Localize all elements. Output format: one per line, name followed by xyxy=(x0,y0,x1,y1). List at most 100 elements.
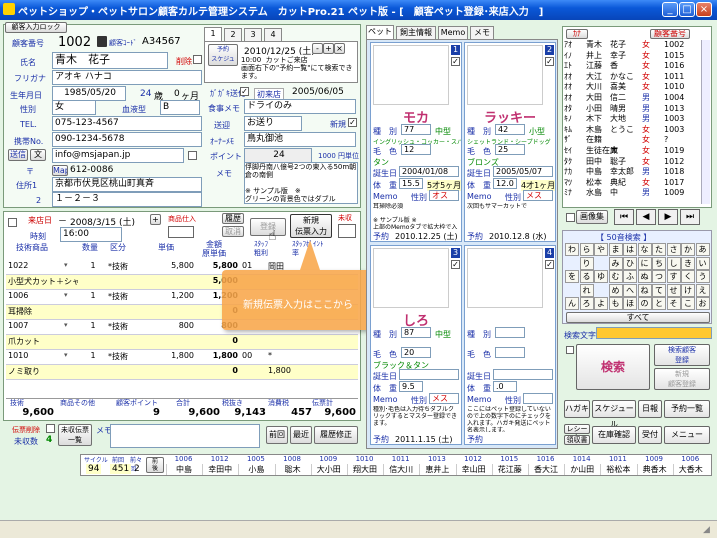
dropdown-arrow-icon[interactable]: ▾ xyxy=(64,321,68,329)
menu-button[interactable]: メニュー xyxy=(664,426,710,444)
slip-delete-checkbox[interactable] xyxy=(46,424,55,433)
image-checkbox[interactable] xyxy=(566,213,575,222)
kana-key[interactable]: お xyxy=(695,297,710,310)
history-name[interactable]: 恵井上 xyxy=(419,464,454,475)
pet-enable-checkbox[interactable]: ✓ xyxy=(545,57,554,66)
history-name[interactable]: 大香木 xyxy=(672,464,708,475)
kana-key[interactable]: り xyxy=(579,256,594,270)
table-row[interactable]: 1010 1 *技術 1,800 1,800 00 * ▾ xyxy=(6,350,358,365)
kana-key[interactable]: れ xyxy=(579,283,594,297)
kana-key[interactable]: の xyxy=(637,297,652,310)
history-no[interactable]: 1011 xyxy=(600,455,635,463)
table-row[interactable]: ノミ取り 0 1,800 xyxy=(6,365,358,380)
list-item[interactable]: ｵｵ 大江 かなこ女 1011 xyxy=(564,72,700,83)
schedule-plus-button[interactable]: + xyxy=(323,43,334,54)
list-item[interactable]: ｵﾀ 小田 晴男 男 1013 xyxy=(564,104,700,115)
stock-button[interactable]: 在庫確認 xyxy=(592,426,636,444)
kana-key[interactable]: さ xyxy=(666,243,681,256)
tel-field[interactable]: 075-123-4567 xyxy=(52,116,202,131)
cancel-button[interactable]: 取消 xyxy=(222,226,244,237)
pickup-select[interactable]: お送り xyxy=(244,116,302,131)
cell-price[interactable]: 5,800 xyxy=(148,261,194,270)
birth-field[interactable]: 1985/05/20 xyxy=(52,86,126,101)
pet-name[interactable]: しろ xyxy=(373,310,459,329)
cell-item[interactable]: 爪カット xyxy=(8,336,78,347)
kana-key[interactable]: も xyxy=(608,297,623,310)
pet-coat-field[interactable]: 12 xyxy=(401,144,431,155)
first-record-button[interactable]: ⏮ xyxy=(614,209,634,225)
pet-weight-field[interactable]: .0 xyxy=(493,381,517,392)
mobile-field[interactable]: 090-1234-5678 xyxy=(52,132,202,147)
list-item[interactable]: ｾｲ 生徒在庫大女 1019 xyxy=(564,146,700,157)
pet-memo[interactable]: 次回もサマーカットで xyxy=(467,203,553,229)
email-checkbox[interactable] xyxy=(188,151,197,160)
new-slip-button[interactable]: 新規 伝票入力 xyxy=(290,214,332,238)
schedule-close-button[interactable]: × xyxy=(334,43,345,54)
cell-amount[interactable]: 0 xyxy=(198,366,238,375)
new-checkbox[interactable]: ✓ xyxy=(348,118,357,127)
kana-key[interactable]: ひ xyxy=(623,256,637,270)
list-item[interactable]: ｱｵ 青木 花子 女 1002 xyxy=(564,40,700,51)
pet-card[interactable]: 4 ✓ 種 別毛 色誕生日体 重 .0 Memo 性別 ここにはペット登録していないので上の… xyxy=(464,245,556,445)
sex-select[interactable]: 女 xyxy=(52,100,96,115)
visit-prev-button[interactable]: － xyxy=(58,214,67,227)
list-item[interactable]: ｲﾉ 井上 幸子 女 1015 xyxy=(564,51,700,62)
pet-birth-field[interactable] xyxy=(493,369,553,380)
image-gallery-button[interactable]: 画像集 xyxy=(576,210,608,224)
email-field[interactable]: info@msjapan.jp xyxy=(52,148,184,163)
owner-memo-field[interactable]: 鳥丸御池 xyxy=(244,132,356,147)
kana-key[interactable]: つ xyxy=(652,270,666,283)
history-no[interactable]: 1006 xyxy=(673,455,708,463)
list-item[interactable]: ｵｵ 大田 信二 男 1004 xyxy=(564,93,700,104)
cell-qty[interactable]: 1 xyxy=(80,291,106,300)
kana-key[interactable]: ふ xyxy=(623,270,637,283)
pet-memo[interactable]: 耳掃除必須 ※ サンプル版 ※ 上部のMemoタブで拡大枠で入力できます。 xyxy=(373,203,459,229)
addr2-field[interactable]: １－２－３ xyxy=(52,192,202,207)
history-fix-button[interactable]: 履歴修正 xyxy=(314,426,358,444)
search-button[interactable]: 検索 xyxy=(576,344,650,390)
send-button[interactable]: 送信 xyxy=(8,149,28,161)
kana-key[interactable]: く xyxy=(681,270,695,283)
kana-key[interactable]: む xyxy=(608,270,623,283)
kana-key[interactable]: え xyxy=(695,283,710,297)
cell-amount[interactable]: 0 xyxy=(198,336,238,345)
pet-photo[interactable] xyxy=(373,248,449,308)
kana-key[interactable]: は xyxy=(623,243,637,256)
dropdown-arrow-icon[interactable]: ▾ xyxy=(64,351,68,359)
history-name[interactable]: 幸山田 xyxy=(455,464,491,475)
history-name[interactable]: 幸田中 xyxy=(202,464,237,475)
cell-amount[interactable]: 1,800 xyxy=(198,351,238,360)
pet-birth-field[interactable]: 2004/01/08 xyxy=(399,166,459,177)
receipt-button[interactable]: レシート xyxy=(564,424,590,441)
cell-qty[interactable]: 1 xyxy=(80,261,106,270)
history-name[interactable]: か山田 xyxy=(564,464,599,475)
history-name[interactable]: 花江藤 xyxy=(491,464,527,475)
kana-key[interactable] xyxy=(594,283,608,297)
kana-key[interactable]: せ xyxy=(666,283,681,297)
history-name[interactable]: 小島 xyxy=(238,464,273,475)
schedule-tab-1[interactable]: 1 xyxy=(204,27,222,41)
kana-key[interactable]: ら xyxy=(579,243,594,256)
schedule-tab-2[interactable]: 2 xyxy=(224,28,242,41)
minimize-icon[interactable]: _ xyxy=(662,2,678,17)
schedule-list-button[interactable]: スケジュール xyxy=(592,400,636,429)
addr1-field[interactable]: 京都市伏見区桃山町真斉 xyxy=(52,177,202,192)
cell-price[interactable]: 1,800 xyxy=(148,351,194,360)
list-item[interactable]: ｵｵ 大川 喜美 女 1010 xyxy=(564,82,700,93)
pet-coat-field[interactable] xyxy=(495,347,525,358)
kana-key[interactable]: ゆ xyxy=(594,270,608,283)
kana-key[interactable] xyxy=(565,256,579,270)
kana-field[interactable]: アオキ ハナコ xyxy=(52,70,202,85)
history-no[interactable]: 1006 xyxy=(166,455,201,463)
pet-sex-field[interactable]: オス xyxy=(429,190,459,201)
kana-key[interactable] xyxy=(594,256,608,270)
slip-list-button[interactable]: 未収伝票 一覧 xyxy=(58,424,92,446)
pet-sex-field[interactable]: メス xyxy=(523,190,553,201)
visit-checkbox[interactable] xyxy=(8,218,17,227)
tab-memo-jp[interactable]: メモ xyxy=(470,26,494,39)
reception-button[interactable]: 受付 xyxy=(638,426,662,444)
pet-photo[interactable] xyxy=(467,45,543,105)
cell-type[interactable]: *技術 xyxy=(108,321,148,332)
pet-kind-field[interactable]: 77 xyxy=(401,124,431,135)
kana-key[interactable]: こ xyxy=(681,297,695,310)
